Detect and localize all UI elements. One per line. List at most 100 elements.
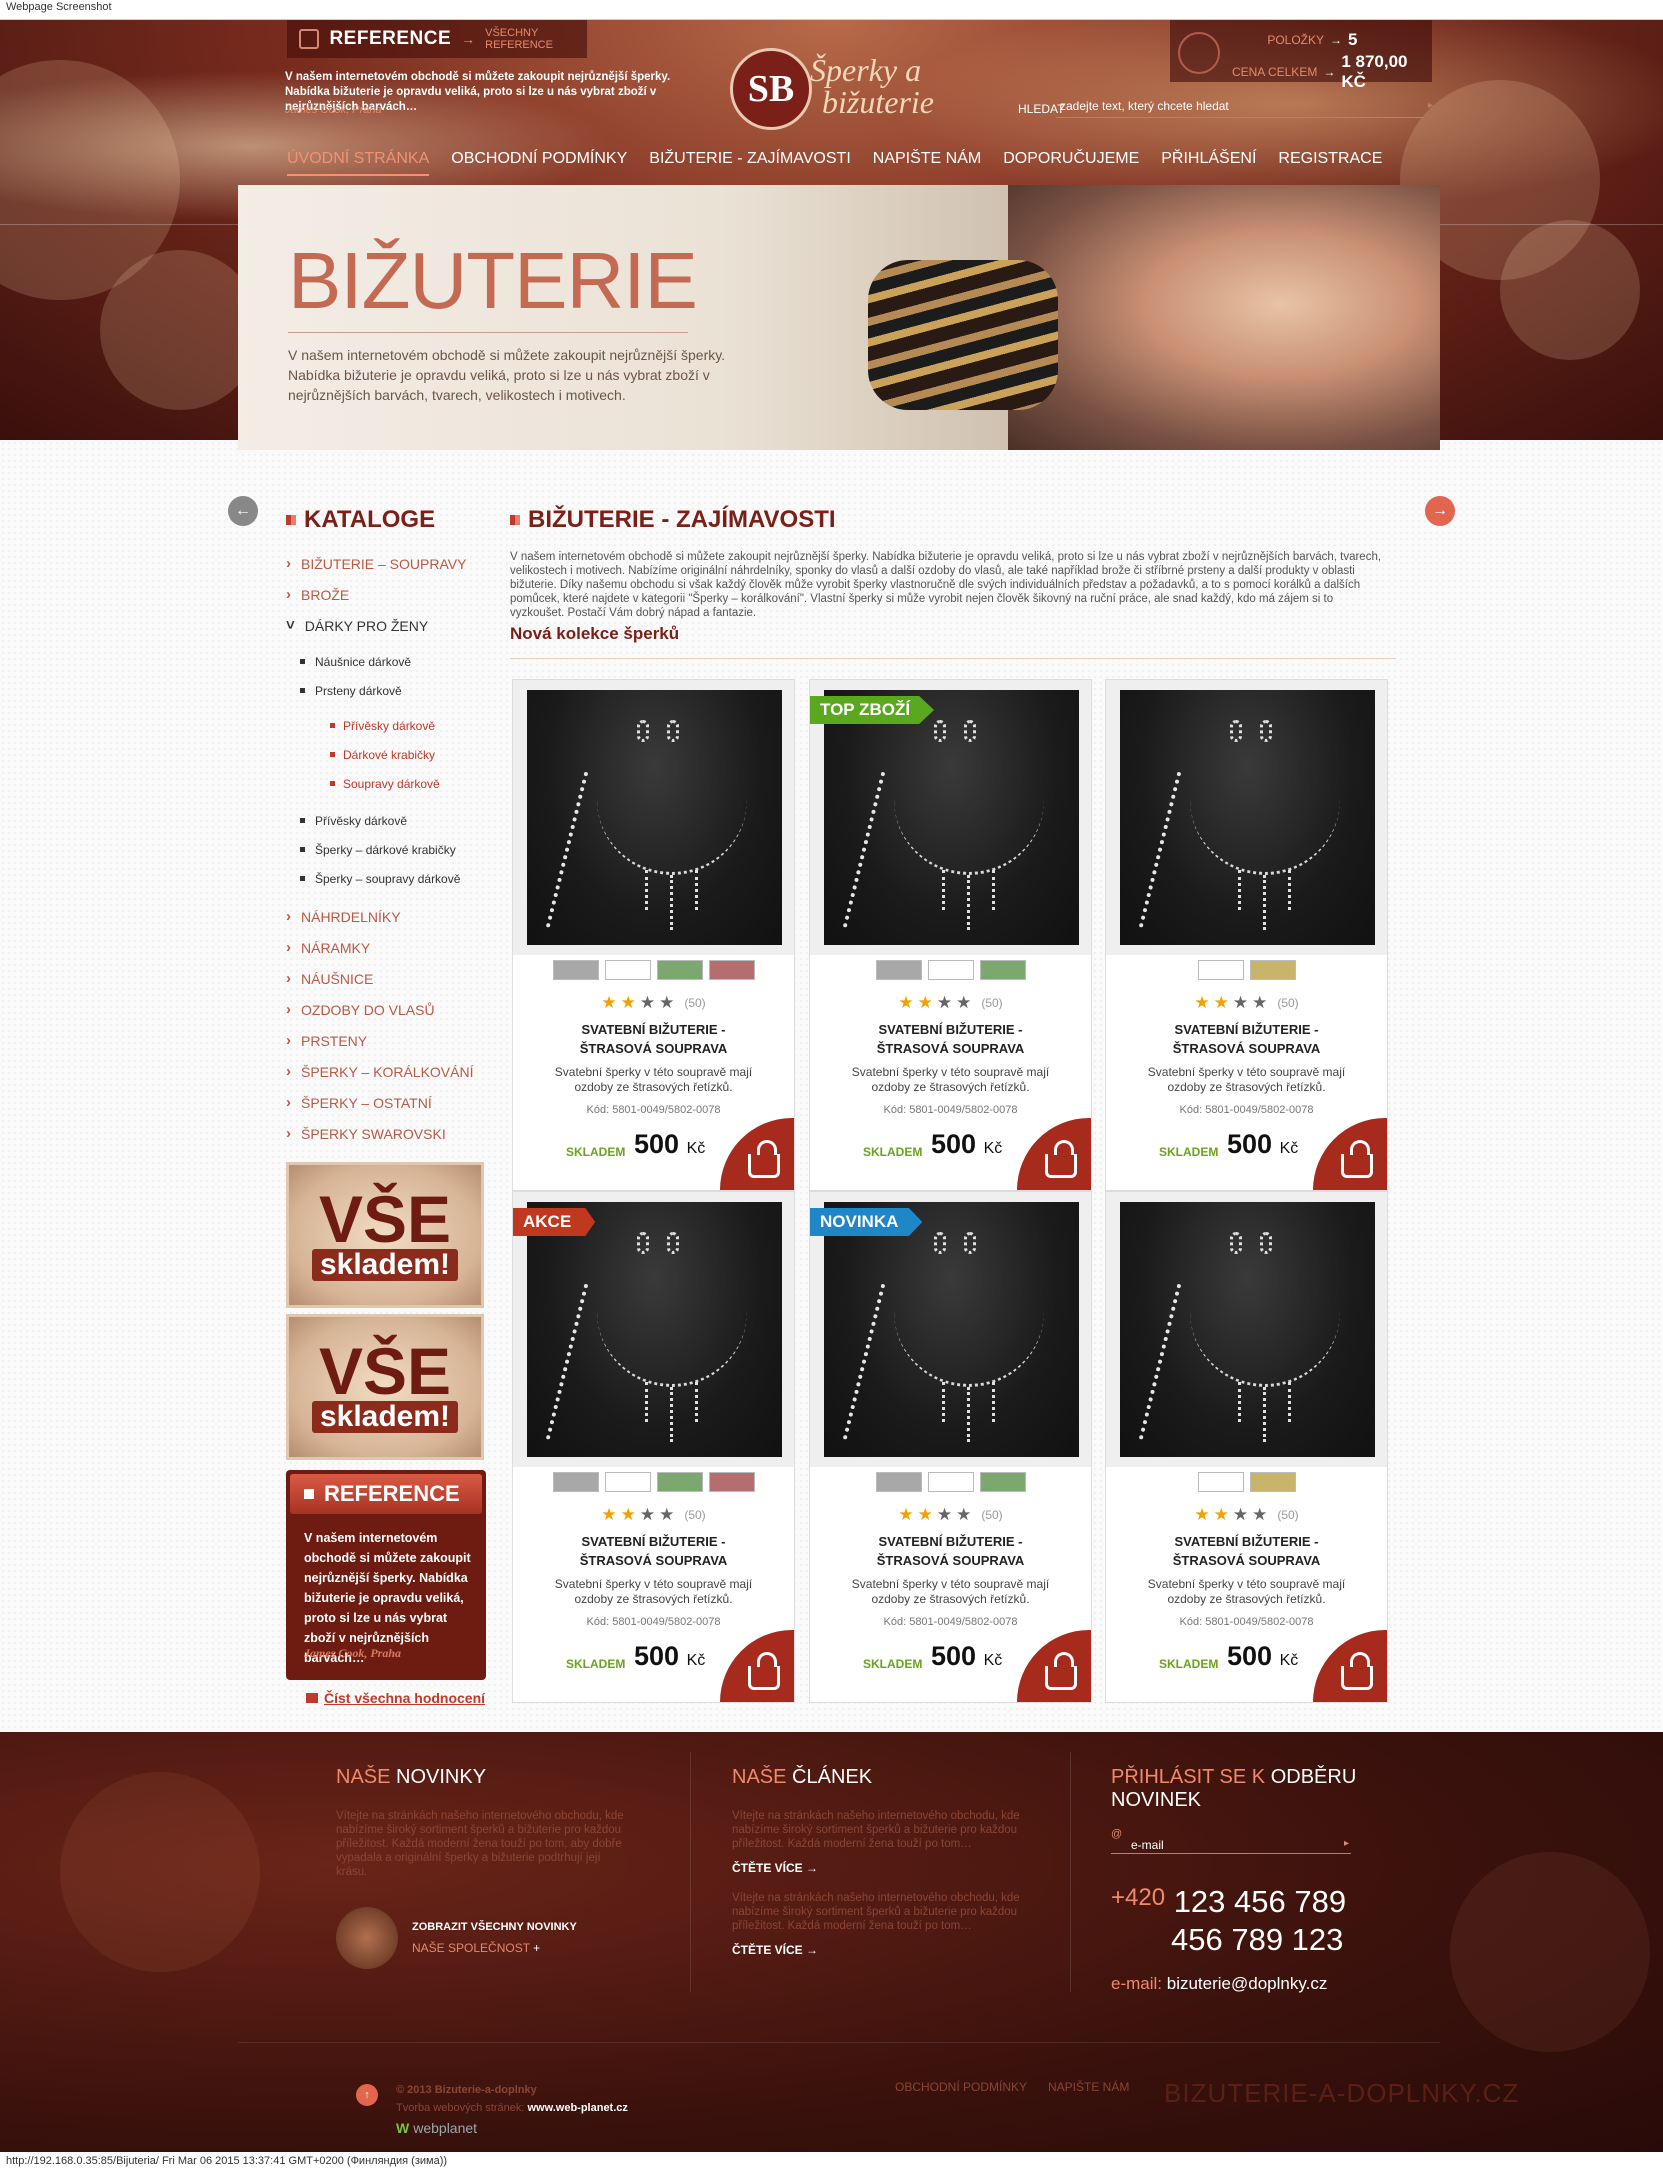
product-name[interactable]: SVATEBNÍ BIŽUTERIE - ŠTRASOVÁ SOUPRAVA [1106,1532,1387,1570]
sidebar-item-beading[interactable]: › ŠPERKY – KORÁLKOVÁNÍ [286,1056,486,1087]
color-swatch[interactable] [1197,1472,1244,1492]
sidebar-item-earrings[interactable]: › NÁUŠNICE [286,963,486,994]
sidebar-subitem[interactable]: Náušnice dárkově [286,647,486,676]
sidebar-item-swarovski[interactable]: › ŠPERKY SWAROVSKI [286,1118,486,1149]
color-swatch[interactable] [604,1472,651,1492]
product-image[interactable] [1120,690,1375,945]
product-image[interactable] [527,1202,782,1457]
nav-home[interactable]: ÚVODNÍ STRÁNKA [287,150,430,176]
star-icon: ★ [917,993,933,1012]
promo-banner-in-stock[interactable]: VŠE skladem! [286,1314,484,1460]
rating-stars[interactable]: ★ ★ ★ ★ (50) [513,993,794,1013]
hero-banner[interactable]: BIŽUTERIE V našem internetovém obchodě s… [238,185,1440,450]
all-references-link[interactable]: VŠECHNY REFERENCE [485,27,587,51]
rating-stars[interactable]: ★ ★ ★ ★ (50) [810,993,1091,1013]
color-swatch[interactable] [552,960,599,980]
back-to-top-button[interactable]: ↑ [356,2084,378,2106]
subscribe-email-field[interactable]: @ e-mail ▸ [1111,1828,1351,1854]
promo-banner-in-stock[interactable]: VŠE skladem! [286,1162,484,1308]
sidebar-subsubitem[interactable]: Přívěsky dárkově [286,711,486,740]
rating-stars[interactable]: ★ ★ ★ ★ (50) [1106,1505,1387,1525]
cart-summary[interactable]: POLOŽKY → 5 CENA CELKEM → 1 870,00 KČ [1170,20,1432,91]
color-swatch[interactable] [656,960,703,980]
add-to-cart-button[interactable] [1017,1118,1091,1190]
nav-terms[interactable]: OBCHODNÍ PODMÍNKY [451,150,627,176]
made-by: Tvorba webových stránek: www.web-planet.… [396,2102,628,2114]
color-swatch[interactable] [1249,960,1296,980]
made-by-link[interactable]: www.web-planet.cz [527,2102,627,2114]
sidebar-item-rings[interactable]: › PRSTENY [286,1025,486,1056]
product-card[interactable]: ★ ★ ★ ★ (50) SVATEBNÍ BIŽUTERIE - ŠTRASOVÁ SOU… [1105,679,1388,1191]
read-all-reviews-link[interactable]: Číst všechna hodnocení [306,1690,485,1706]
banner-text: V našem internetovém obchodě si můžete z… [288,347,726,403]
webplanet-logo[interactable]: Wwebplanet [396,2120,477,2136]
color-swatch[interactable] [552,1472,599,1492]
product-name[interactable]: SVATEBNÍ BIŽUTERIE - ŠTRASOVÁ SOUPRAVA [513,1532,794,1570]
product-card[interactable]: TOP ZBOŽÍ ★ ★ ★ ★ (50) SVATEBNÍ BIŽUTERIE - ŠTR… [809,679,1092,1191]
color-swatch[interactable] [708,1472,755,1492]
search-input[interactable]: zadejte text, který chcete hledat [1056,96,1424,118]
prev-arrow-button[interactable]: ← [228,496,258,526]
sidebar-subitem[interactable]: Prsteny dárkově [286,676,486,705]
product-card[interactable]: AKCE ★ ★ ★ ★ (50) SVATEBNÍ BIŽUTERIE - ŠTRASOVÁ… [512,1191,795,1703]
product-card[interactable]: ★ ★ ★ ★ (50) SVATEBNÍ BIŽUTERIE - ŠTRASOVÁ SOU… [512,679,795,1191]
sidebar-subitem[interactable]: Šperky – dárkové krabičky [286,835,486,864]
nav-login[interactable]: PŘIHLÁŠENÍ [1161,150,1256,176]
add-to-cart-button[interactable] [1017,1630,1091,1702]
product-image[interactable] [824,690,1079,945]
product-image[interactable] [527,690,782,945]
product-name[interactable]: SVATEBNÍ BIŽUTERIE - ŠTRASOVÁ SOUPRAVA [810,1532,1091,1570]
search-arrow-icon[interactable]: ▸ [1428,100,1433,111]
next-arrow-button[interactable]: → [1425,496,1455,526]
footer-link-contact[interactable]: NAPIŠTE NÁM [1048,2080,1129,2094]
nav-jewelry-news[interactable]: BIŽUTERIE - ZAJÍMAVOSTI [649,150,851,176]
sidebar-item-gifts[interactable]: ˅ DÁRKY PRO ŽENY [286,610,486,641]
all-news-link[interactable]: ZOBRAZIT VŠECHNY NOVINKY [412,1921,577,1933]
sidebar-item-hair[interactable]: › OZDOBY DO VLASŮ [286,994,486,1025]
sidebar-subsubitem[interactable]: Dárkové krabičky [286,740,486,769]
color-swatch[interactable] [708,960,755,980]
color-swatch[interactable] [656,1472,703,1492]
read-more-link[interactable]: ČTĚTE VÍCE → [732,1943,1052,1957]
footer-link-terms[interactable]: OBCHODNÍ PODMÍNKY [895,2080,1027,2094]
sidebar-item-sets[interactable]: › BIŽUTERIE – SOUPRAVY [286,548,486,579]
add-to-cart-button[interactable] [720,1630,794,1702]
sidebar-subitem[interactable]: Šperky – soupravy dárkově [286,864,486,893]
product-card[interactable]: ★ ★ ★ ★ (50) SVATEBNÍ BIŽUTERIE - ŠTRASOVÁ SOU… [1105,1191,1388,1703]
read-more-link[interactable]: ČTĚTE VÍCE → [732,1861,1052,1875]
nav-register[interactable]: REGISTRACE [1278,150,1382,176]
nav-contact[interactable]: NAPIŠTE NÁM [873,150,981,176]
product-name[interactable]: SVATEBNÍ BIŽUTERIE - ŠTRASOVÁ SOUPRAVA [513,1020,794,1058]
color-swatch[interactable] [1249,1472,1296,1492]
add-to-cart-button[interactable] [1313,1118,1387,1190]
product-name[interactable]: SVATEBNÍ BIŽUTERIE - ŠTRASOVÁ SOUPRAVA [810,1020,1091,1058]
product-image[interactable] [1120,1202,1375,1457]
our-company-link[interactable]: NAŠE SPOLEČNOST + [412,1941,577,1955]
sidebar-item-brooches[interactable]: › BROŽE [286,579,486,610]
rating-stars[interactable]: ★ ★ ★ ★ (50) [810,1505,1091,1525]
product-name[interactable]: SVATEBNÍ BIŽUTERIE - ŠTRASOVÁ SOUPRAVA [1106,1020,1387,1058]
color-swatch[interactable] [979,960,1026,980]
sidebar-subsubitem[interactable]: Soupravy dárkově [286,769,486,798]
color-swatch[interactable] [927,1472,974,1492]
nav-recommend[interactable]: DOPORUČUJEME [1003,150,1139,176]
add-to-cart-button[interactable] [1313,1630,1387,1702]
email-link[interactable]: bizuterie@doplnky.cz [1167,1974,1328,1993]
sidebar-item-other[interactable]: › ŠPERKY – OSTATNÍ [286,1087,486,1118]
site-logo[interactable]: SB Šperky a bižuterie [730,48,940,130]
rating-stars[interactable]: ★ ★ ★ ★ (50) [1106,993,1387,1013]
product-image[interactable] [824,1202,1079,1457]
color-swatch[interactable] [1197,960,1244,980]
color-swatch[interactable] [875,960,922,980]
sidebar-subitem[interactable]: Přívěsky dárkově [286,806,486,835]
color-swatch[interactable] [604,960,651,980]
color-swatch[interactable] [927,960,974,980]
sidebar-item-necklaces[interactable]: › NÁHRDELNÍKY [286,901,486,932]
color-swatch[interactable] [979,1472,1026,1492]
sidebar-item-bracelets[interactable]: › NÁRAMKY [286,932,486,963]
submit-arrow-icon[interactable]: ▸ [1344,1838,1349,1849]
product-card[interactable]: NOVINKA ★ ★ ★ ★ (50) SVATEBNÍ BIŽUTERIE - ŠTRAS… [809,1191,1092,1703]
add-to-cart-button[interactable] [720,1118,794,1190]
rating-stars[interactable]: ★ ★ ★ ★ (50) [513,1505,794,1525]
color-swatch[interactable] [875,1472,922,1492]
